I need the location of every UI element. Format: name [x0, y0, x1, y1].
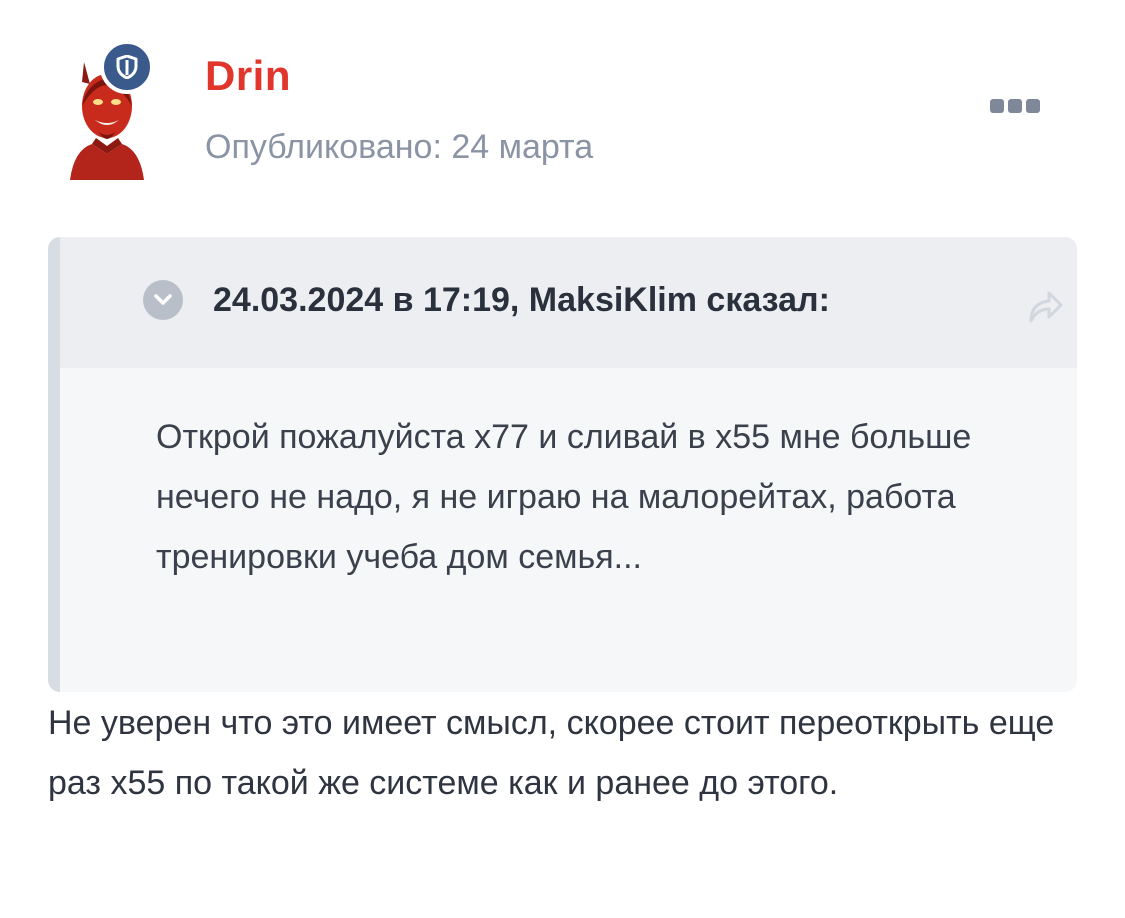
chevron-down-icon [154, 294, 172, 305]
moderator-badge [100, 40, 154, 94]
author-avatar-block[interactable] [62, 40, 158, 180]
quote-block: 24.03.2024 в 17:19, MaksiKlim сказал: От… [48, 237, 1077, 692]
quote-attribution[interactable]: 24.03.2024 в 17:19, MaksiKlim сказал: [213, 281, 830, 320]
more-dots-icon [1008, 99, 1022, 113]
quote-text: Открой пожалуйста х77 и сливай в х55 мне… [156, 418, 972, 576]
more-dots-icon [1026, 99, 1040, 113]
post-more-menu-button[interactable] [990, 99, 1044, 117]
share-arrow-icon[interactable] [1023, 285, 1067, 325]
quote-expand-button[interactable] [143, 280, 183, 320]
shield-icon [116, 55, 138, 79]
more-dots-icon [990, 99, 1004, 113]
forum-post: Drin Опубликовано: 24 марта 24.03.2024 в… [0, 0, 1125, 918]
author-name[interactable]: Drin [205, 52, 291, 100]
post-body-text: Не уверен что это имеет смысл, скорее ст… [48, 704, 1055, 802]
quote-left-border [48, 237, 60, 692]
post-date[interactable]: Опубликовано: 24 марта [205, 128, 593, 167]
